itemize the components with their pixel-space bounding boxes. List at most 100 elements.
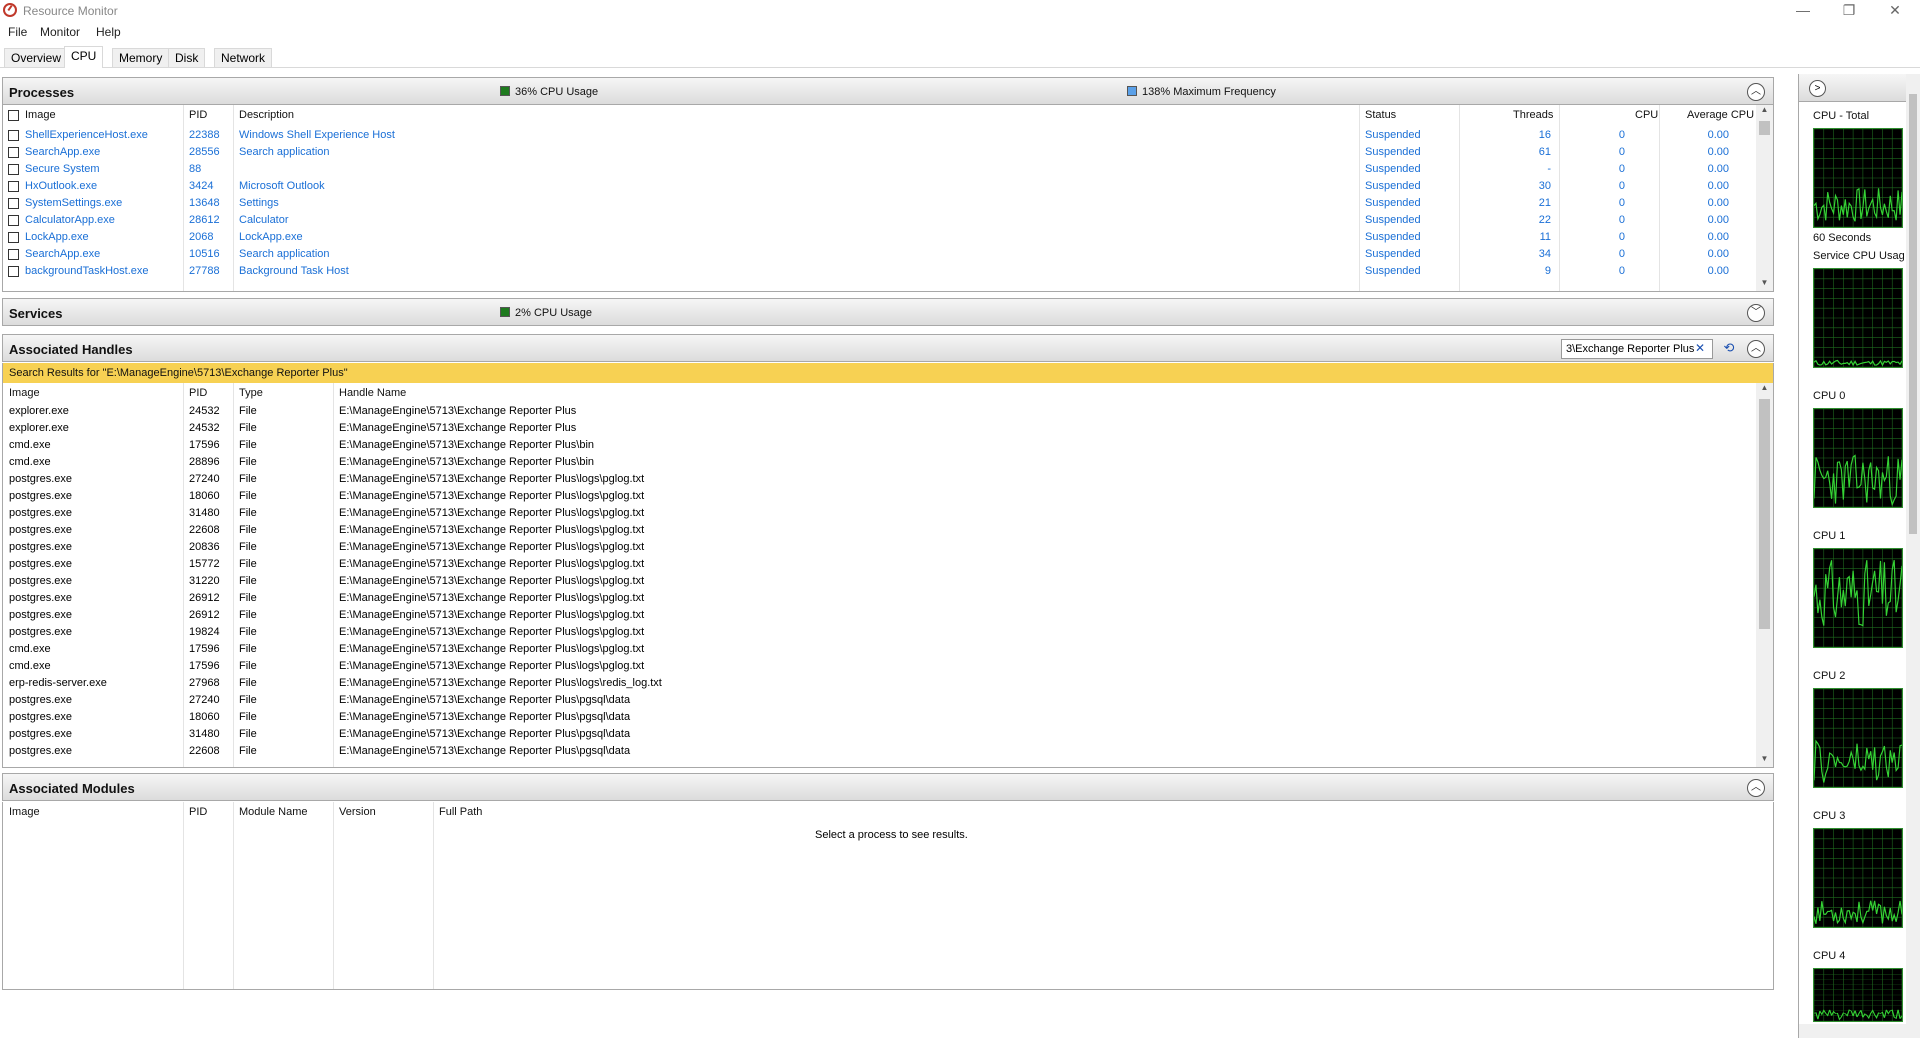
tab-disk[interactable]: Disk (168, 48, 206, 67)
col-pid[interactable]: PID (189, 802, 207, 822)
scroll-up-arrow[interactable]: ▲ (1756, 105, 1773, 119)
process-checkbox[interactable] (8, 164, 19, 175)
select-all-checkbox[interactable] (8, 110, 19, 121)
handle-pid: 28896 (189, 456, 220, 468)
graph-pane-hscrollbar[interactable] (1799, 1024, 1907, 1038)
handle-row[interactable]: postgres.exe 26912 File E:\ManageEngine\571… (3, 590, 1753, 607)
handles-header[interactable]: Associated Handles 3\Exchange Reporter P… (2, 334, 1774, 362)
handle-row[interactable]: cmd.exe 17596 File E:\ManageEngine\5713\Exc… (3, 437, 1753, 454)
process-checkbox[interactable] (8, 198, 19, 209)
services-header[interactable]: Services 2% CPU Usage ﹀ (2, 298, 1774, 326)
refresh-icon[interactable]: ⟲ (1719, 339, 1739, 359)
scroll-thumb[interactable] (1909, 94, 1917, 534)
scroll-thumb[interactable] (1759, 121, 1770, 135)
handles-search-input[interactable]: 3\Exchange Reporter Plus (1561, 339, 1713, 359)
handle-row[interactable]: postgres.exe 31480 File E:\ManageEngine\571… (3, 505, 1753, 522)
process-checkbox[interactable] (8, 266, 19, 277)
scroll-down-arrow[interactable]: ▼ (1756, 278, 1773, 291)
services-expand-button[interactable]: ﹀ (1747, 304, 1765, 322)
menu-file[interactable]: File (8, 25, 27, 39)
handle-row[interactable]: explorer.exe 24532 File E:\ManageEngine\571… (3, 403, 1753, 420)
handle-row[interactable]: cmd.exe 17596 File E:\ManageEngine\5713\Exc… (3, 641, 1753, 658)
col-handle-name[interactable]: Handle Name (339, 383, 406, 403)
process-row[interactable]: HxOutlook.exe 3424 Microsoft Outlook Suspen… (3, 178, 1753, 195)
handle-row[interactable]: postgres.exe 20836 File E:\ManageEngine\571… (3, 539, 1753, 556)
handle-row[interactable]: erp-redis-server.exe 27968 File E:\ManageEn… (3, 675, 1753, 692)
process-row[interactable]: ShellExperienceHost.exe 22388 Windows Shel… (3, 127, 1753, 144)
handle-row[interactable]: explorer.exe 24532 File E:\ManageEngine\571… (3, 420, 1753, 437)
handle-type: File (239, 592, 257, 604)
handle-row[interactable]: postgres.exe 18060 File E:\ManageEngine\571… (3, 488, 1753, 505)
handle-row[interactable]: postgres.exe 27240 File E:\ManageEngine\571… (3, 471, 1753, 488)
col-pid[interactable]: PID (189, 383, 207, 403)
scroll-down-arrow[interactable]: ▼ (1756, 754, 1773, 767)
menu-help[interactable]: Help (96, 25, 121, 39)
col-status[interactable]: Status (1365, 105, 1396, 125)
graph-pane-toggle-button[interactable]: > (1809, 80, 1826, 97)
col-module-name[interactable]: Module Name (239, 802, 307, 822)
col-threads[interactable]: Threads (1513, 105, 1553, 125)
frequency-swatch (1127, 86, 1137, 96)
processes-header[interactable]: Processes 36% CPU Usage 138% Maximum Fre… (2, 77, 1774, 105)
col-version[interactable]: Version (339, 802, 376, 822)
restore-button[interactable]: ❐ (1826, 0, 1872, 22)
process-checkbox[interactable] (8, 181, 19, 192)
process-checkbox[interactable] (8, 249, 19, 260)
scroll-thumb[interactable] (1759, 399, 1770, 629)
tab-cpu[interactable]: CPU (64, 46, 104, 68)
handle-pid: 31480 (189, 507, 220, 519)
handle-type: File (239, 575, 257, 587)
process-checkbox[interactable] (8, 130, 19, 141)
close-button[interactable]: ✕ (1872, 0, 1918, 22)
handle-row[interactable]: postgres.exe 19824 File E:\ManageEngine\571… (3, 624, 1753, 641)
col-full-path[interactable]: Full Path (439, 802, 482, 822)
close-icon[interactable]: ✕ (1695, 341, 1705, 355)
handle-row[interactable]: postgres.exe 31480 File E:\ManageEngine\571… (3, 726, 1753, 743)
process-checkbox[interactable] (8, 147, 19, 158)
col-average-cpu[interactable]: Average CPU (1687, 105, 1754, 125)
processes-collapse-button[interactable]: ︿ (1747, 83, 1765, 101)
handle-row[interactable]: cmd.exe 17596 File E:\ManageEngine\5713\Exc… (3, 658, 1753, 675)
col-cpu[interactable]: CPU (1635, 105, 1658, 125)
tab-network[interactable]: Network (214, 48, 273, 67)
minimize-button[interactable]: — (1780, 0, 1826, 22)
processes-scrollbar[interactable]: ▲ ▼ (1756, 105, 1773, 291)
handle-row[interactable]: cmd.exe 28896 File E:\ManageEngine\5713\Exc… (3, 454, 1753, 471)
process-row[interactable]: SearchApp.exe 10516 Search application Susp… (3, 246, 1753, 263)
handle-row[interactable]: postgres.exe 15772 File E:\ManageEngine\571… (3, 556, 1753, 573)
menu-monitor[interactable]: Monitor (40, 25, 80, 39)
process-row[interactable]: SearchApp.exe 28556 Search application Susp… (3, 144, 1753, 161)
process-checkbox[interactable] (8, 232, 19, 243)
tab-overview[interactable]: Overview (4, 48, 69, 67)
modules-header[interactable]: Associated Modules ︿ (2, 773, 1774, 801)
handle-row[interactable]: postgres.exe 26912 File E:\ManageEngine\571… (3, 607, 1753, 624)
col-type[interactable]: Type (239, 383, 263, 403)
handles-collapse-button[interactable]: ︿ (1747, 340, 1765, 358)
handle-row[interactable]: postgres.exe 22608 File E:\ManageEngine\571… (3, 743, 1753, 760)
col-description[interactable]: Description (239, 105, 294, 125)
col-image[interactable]: Image (25, 105, 56, 125)
process-checkbox[interactable] (8, 215, 19, 226)
tab-memory[interactable]: Memory (112, 48, 170, 67)
process-row[interactable]: CalculatorApp.exe 28612 Calculator Suspende… (3, 212, 1753, 229)
col-divider (183, 802, 184, 989)
modules-collapse-button[interactable]: ︿ (1747, 779, 1765, 797)
graph-pane-scrollbar[interactable] (1906, 74, 1920, 1038)
handle-name: E:\ManageEngine\5713\Exchange Reporter P… (339, 660, 645, 672)
scroll-up-arrow[interactable]: ▲ (1756, 383, 1773, 397)
handle-row[interactable]: postgres.exe 27240 File E:\ManageEngine\571… (3, 692, 1753, 709)
process-row[interactable]: SystemSettings.exe 13648 Settings Suspended… (3, 195, 1753, 212)
process-row[interactable]: LockApp.exe 2068 LockApp.exe Suspended 11 0 0.… (3, 229, 1753, 246)
handle-row[interactable]: postgres.exe 22608 File E:\ManageEngine\571… (3, 522, 1753, 539)
handle-row[interactable]: postgres.exe 18060 File E:\ManageEngine\571… (3, 709, 1753, 726)
handles-scrollbar[interactable]: ▲ ▼ (1756, 383, 1773, 767)
process-row[interactable]: backgroundTaskHost.exe 27788 Background Ta… (3, 263, 1753, 280)
col-pid[interactable]: PID (189, 105, 207, 125)
handle-image: postgres.exe (9, 609, 72, 621)
process-row[interactable]: Secure System 88 Suspended - 0 0.00 (3, 161, 1753, 178)
col-image[interactable]: Image (9, 802, 40, 822)
col-image[interactable]: Image (9, 383, 40, 403)
handle-image: postgres.exe (9, 694, 72, 706)
handle-row[interactable]: postgres.exe 31220 File E:\ManageEngine\571… (3, 573, 1753, 590)
handle-pid: 15772 (189, 558, 220, 570)
